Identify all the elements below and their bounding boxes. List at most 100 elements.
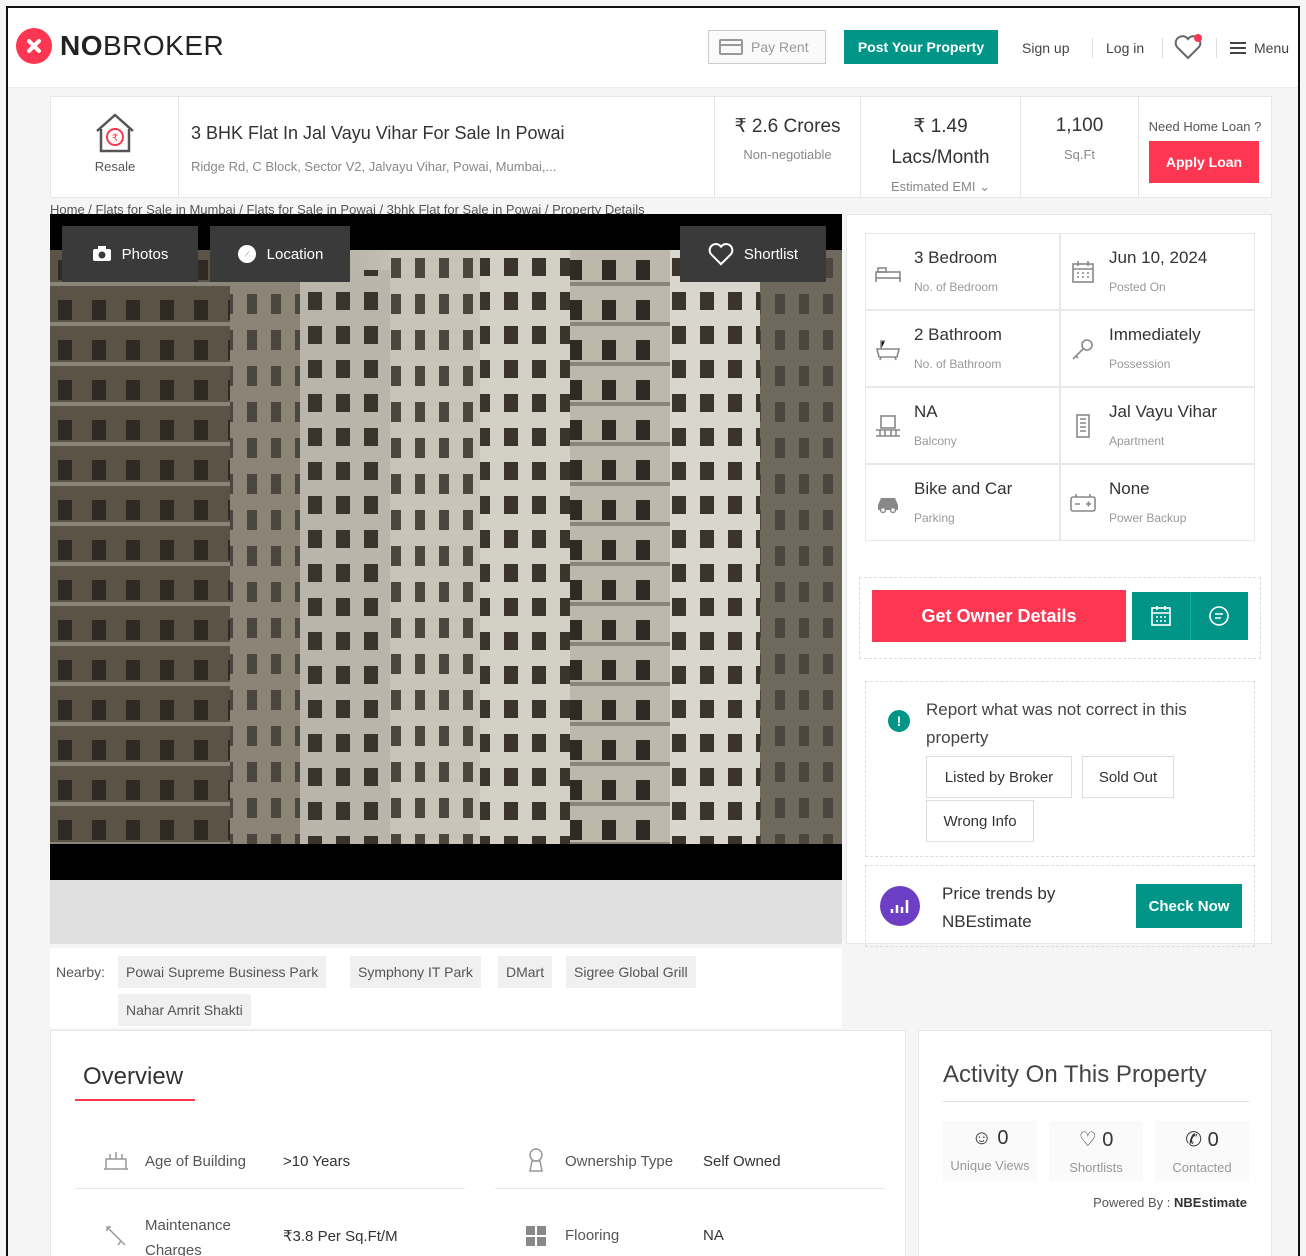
credit-card-icon — [719, 39, 743, 55]
area-value: 1,100 — [1055, 115, 1104, 136]
resale-house-icon: ₹ — [91, 111, 139, 155]
contacted-stat: ✆ 0 Contacted — [1155, 1121, 1249, 1181]
report-section: ! Report what was not correct in this pr… — [865, 681, 1255, 857]
shortlists-stat: ♡ 0 Shortlists — [1049, 1121, 1143, 1181]
detail-label: Parking — [914, 511, 955, 525]
detail-label: No. of Bathroom — [914, 357, 1002, 371]
nearby-tag[interactable]: Nahar Amrit Shakti — [118, 994, 251, 1026]
get-owner-details-button[interactable]: Get Owner Details — [872, 590, 1126, 642]
overview-value: >10 Years — [283, 1153, 351, 1170]
logo-text: NOBROKER — [60, 30, 225, 61]
camera-icon — [92, 246, 112, 262]
nearby-label: Nearby: — [56, 964, 106, 980]
unique-views-count: ☺ 0 — [971, 1127, 1009, 1149]
breadcrumb[interactable]: Home / Flats for Sale in Mumbai / Flats … — [50, 204, 645, 214]
detail-value: Immediately — [1109, 325, 1201, 344]
user-icon: ☺ — [971, 1127, 992, 1149]
sign-up-link[interactable]: Sign up — [1022, 40, 1069, 56]
check-now-button[interactable]: Check Now — [1136, 884, 1242, 928]
calendar-icon — [1150, 606, 1171, 626]
location-button[interactable]: Location — [210, 226, 350, 282]
chevron-down-icon: ⌄ — [979, 179, 991, 194]
price-trends: Price trends by NBEstimate Check Now — [865, 865, 1255, 947]
detail-label: Possession — [1109, 357, 1171, 371]
notification-dot — [1194, 34, 1202, 42]
calendar-icon — [1069, 260, 1097, 284]
detail-possession: Immediately Possession — [1060, 310, 1255, 387]
report-wrong-info[interactable]: Wrong Info — [926, 800, 1034, 842]
overview-key: Flooring — [565, 1227, 620, 1244]
menu-button[interactable]: Menu — [1230, 40, 1289, 56]
detail-label: Power Backup — [1109, 511, 1187, 525]
photos-button[interactable]: Photos — [62, 226, 198, 282]
property-photo[interactable] — [50, 214, 842, 880]
detail-label: Apartment — [1109, 434, 1165, 448]
header-divider — [1162, 38, 1163, 58]
flooring-icon — [521, 1223, 551, 1249]
nearby-tag[interactable]: DMart — [498, 956, 553, 988]
property-details-panel: 3 Bedroom No. of Bedroom Jun 10, 2024 Po… — [846, 214, 1272, 947]
top-header: NOBROKER Pay Rent Post Your Property Sig… — [8, 8, 1298, 88]
area-cell: 1,100 Sq.Ft — [1021, 97, 1139, 197]
bathtub-icon — [874, 337, 902, 361]
key-icon — [1069, 337, 1097, 361]
chat-icon — [1209, 606, 1230, 626]
loan-question: Need Home Loan ? — [1148, 119, 1262, 134]
overview-value: ₹3.8 Per Sq.Ft/M — [283, 1228, 398, 1245]
property-address: Ridge Rd, C Block, Sector V2, Jalvayu Vi… — [191, 159, 557, 174]
schedule-visit-button[interactable] — [1132, 592, 1191, 640]
maintenance-icon — [101, 1223, 131, 1249]
listing-summary-strip: ₹ Resale 3 BHK Flat In Jal Vayu Vihar Fo… — [50, 96, 1272, 198]
balcony-icon — [874, 414, 902, 438]
ownership-icon — [521, 1147, 551, 1173]
page-frame: NOBROKER Pay Rent Post Your Property Sig… — [6, 6, 1300, 1256]
title-cell: 3 BHK Flat In Jal Vayu Vihar For Sale In… — [179, 97, 715, 197]
detail-value: Jal Vayu Vihar — [1109, 402, 1218, 421]
pay-rent-button[interactable]: Pay Rent — [708, 30, 826, 64]
detail-apartment: Jal Vayu Vihar Apartment — [1060, 387, 1255, 464]
nobroker-logo[interactable]: NOBROKER — [16, 28, 224, 64]
emi-cell[interactable]: ₹ 1.49 Lacs/Month Estimated EMI ⌄ — [861, 97, 1021, 197]
overview-row-flooring: Flooring NA — [495, 1203, 885, 1253]
overview-row-ownership: Ownership Type Self Owned — [495, 1139, 885, 1189]
detail-bathroom: 2 Bathroom No. of Bathroom — [865, 310, 1060, 387]
apply-loan-button[interactable]: Apply Loan — [1149, 141, 1259, 183]
nearby-places: Nearby: Powai Supreme Business Park Symp… — [50, 948, 842, 1028]
nearby-tag[interactable]: Powai Supreme Business Park — [118, 956, 327, 988]
battery-icon — [1069, 491, 1097, 515]
building-age-icon — [101, 1147, 131, 1173]
price-cell: ₹ 2.6 Crores Non-negotiable — [715, 97, 861, 197]
property-title: 3 BHK Flat In Jal Vayu Vihar For Sale In… — [191, 123, 565, 143]
log-in-link[interactable]: Log in — [1106, 40, 1144, 56]
compass-icon — [237, 244, 257, 264]
report-listed-by-broker[interactable]: Listed by Broker — [926, 756, 1072, 798]
powered-by: Powered By : NBEstimate — [1093, 1195, 1247, 1210]
bed-icon — [874, 260, 902, 284]
detail-value: Jun 10, 2024 — [1109, 248, 1208, 267]
overview-key: Ownership Type — [565, 1153, 674, 1170]
nearby-tag[interactable]: Sigree Global Grill — [566, 956, 696, 988]
overview-underline — [75, 1099, 195, 1101]
detail-value: 2 Bathroom — [914, 325, 1002, 344]
report-sold-out[interactable]: Sold Out — [1082, 756, 1174, 798]
heart-icon — [708, 242, 734, 266]
chat-button[interactable] — [1191, 592, 1249, 640]
overview-value: NA — [703, 1227, 724, 1244]
detail-value: None — [1109, 479, 1150, 498]
loan-cell: Need Home Loan ? Apply Loan — [1139, 97, 1271, 197]
car-icon — [874, 491, 902, 515]
emi-unit: Lacs/Month — [891, 147, 990, 168]
detail-bedroom: 3 Bedroom No. of Bedroom — [865, 233, 1060, 310]
owner-quick-actions — [1132, 592, 1248, 640]
price-note: Non-negotiable — [743, 147, 832, 162]
post-property-button[interactable]: Post Your Property — [844, 30, 998, 64]
detail-value: Bike and Car — [914, 479, 1013, 498]
contacted-count: ✆ 0 — [1185, 1129, 1219, 1151]
shortlist-button[interactable]: Shortlist — [680, 226, 826, 282]
resale-label: Resale — [94, 159, 136, 174]
svg-text:₹: ₹ — [112, 133, 118, 144]
header-divider — [1092, 38, 1093, 58]
area-unit: Sq.Ft — [1063, 147, 1096, 162]
nearby-tag[interactable]: Symphony IT Park — [350, 956, 481, 988]
activity-divider — [943, 1101, 1249, 1102]
